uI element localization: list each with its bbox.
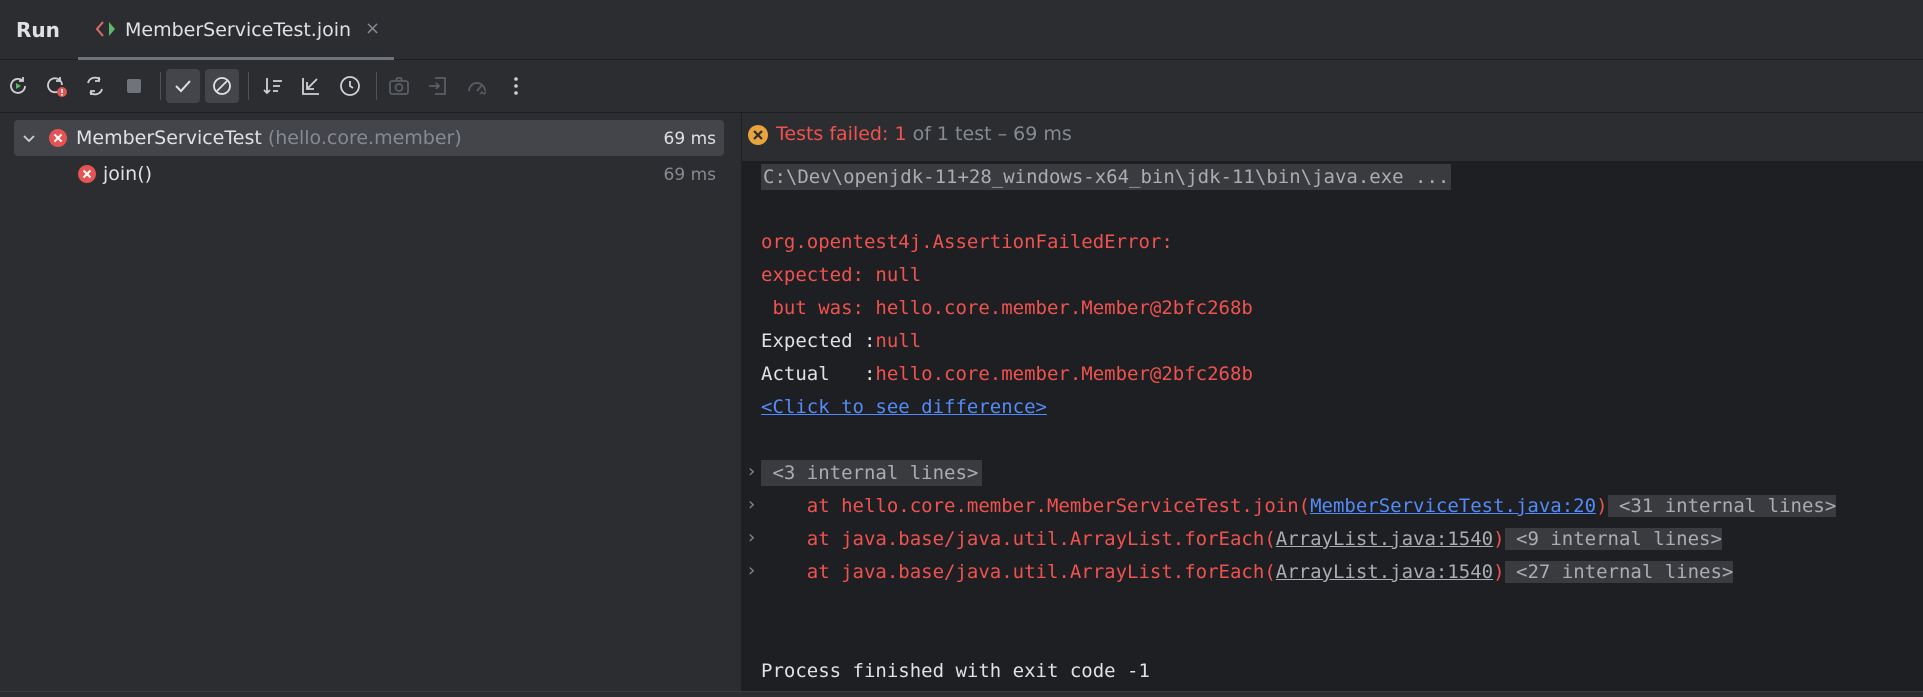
stack-frame-line: at java.base/java.util.ArrayList.forEach… xyxy=(761,528,1722,550)
internal-lines-fold[interactable]: <31 internal lines> xyxy=(1607,495,1837,517)
toolbar-separator xyxy=(248,72,249,100)
test-failed-icon xyxy=(78,165,96,183)
run-tool-window-title: Run xyxy=(16,18,60,42)
bottom-edge xyxy=(0,691,1923,697)
more-icon[interactable] xyxy=(499,69,533,103)
tree-item-label: MemberServiceTest (hello.core.member) xyxy=(76,127,462,149)
collapse-icon[interactable] xyxy=(294,69,328,103)
console-output[interactable]: Tests failed: 1 of 1 test – 69 ms C:\Dev… xyxy=(742,113,1923,696)
coverage-icon[interactable] xyxy=(460,69,494,103)
toggle-auto-test-icon[interactable] xyxy=(78,69,112,103)
tree-item-label: join() xyxy=(103,163,153,185)
stack-frame-line: at java.base/java.util.ArrayList.forEach… xyxy=(761,561,1734,583)
screenshot-icon[interactable] xyxy=(382,69,416,103)
actual-summary-line: Actual :hello.core.member.Member@2bfc268… xyxy=(761,363,1253,385)
stop-icon[interactable] xyxy=(117,69,151,103)
rerun-failed-icon[interactable] xyxy=(39,69,73,103)
test-failed-icon xyxy=(49,129,67,147)
rerun-icon[interactable] xyxy=(1,69,35,103)
chevron-down-icon[interactable] xyxy=(20,129,38,147)
exit-code-line: Process finished with exit code -1 xyxy=(761,660,1150,682)
expected-line: expected: null xyxy=(761,264,922,286)
show-passed-icon[interactable] xyxy=(166,69,200,103)
source-link[interactable]: ArrayList.java:1540 xyxy=(1276,528,1493,550)
internal-lines-fold[interactable]: <9 internal lines> xyxy=(1504,528,1722,550)
test-status-text: Tests failed: 1 of 1 test – 69 ms xyxy=(776,123,1072,145)
chevron-right-icon[interactable]: › xyxy=(748,494,755,515)
error-class-line: org.opentest4j.AssertionFailedError: xyxy=(761,231,1173,253)
tests-failed-icon xyxy=(748,125,768,145)
toolbar-separator xyxy=(160,72,161,100)
show-ignored-icon[interactable] xyxy=(205,69,239,103)
tool-window-tabbar: Run MemberServiceTest.join × xyxy=(0,0,1923,60)
tree-item-join[interactable]: join() 69 ms xyxy=(14,156,724,192)
close-tab-icon[interactable]: × xyxy=(365,19,380,39)
tab-title: MemberServiceTest.join xyxy=(125,19,352,41)
see-difference-link[interactable]: <Click to see difference> xyxy=(761,394,1047,420)
package-name: (hello.core.member) xyxy=(267,127,462,149)
failed-count: 1 xyxy=(894,123,907,145)
history-icon[interactable] xyxy=(333,69,367,103)
tab-member-service-test-join[interactable]: MemberServiceTest.join × xyxy=(78,0,394,60)
command-line[interactable]: C:\Dev\openjdk-11+28_windows-x64_bin\jdk… xyxy=(761,164,1452,190)
chevron-right-icon[interactable]: › xyxy=(748,461,755,482)
test-duration: 69 ms xyxy=(663,129,716,149)
chevron-right-icon[interactable]: › xyxy=(748,560,755,581)
but-was-line: but was: hello.core.member.Member@2bfc26… xyxy=(761,297,1253,319)
chevron-right-icon[interactable]: › xyxy=(748,527,755,548)
junit-run-config-icon xyxy=(95,21,115,37)
stack-frame-line: at hello.core.member.MemberServiceTest.j… xyxy=(761,495,1837,517)
internal-lines-fold[interactable]: <27 internal lines> xyxy=(1504,561,1734,583)
test-status-bar: Tests failed: 1 of 1 test – 69 ms xyxy=(742,113,1923,161)
test-results-tree: MemberServiceTest (hello.core.member) 69… xyxy=(0,113,742,696)
sort-icon[interactable] xyxy=(256,69,290,103)
source-link[interactable]: ArrayList.java:1540 xyxy=(1276,561,1493,583)
expected-summary-line: Expected :null xyxy=(761,330,922,352)
tree-item-member-service-test[interactable]: MemberServiceTest (hello.core.member) 69… xyxy=(14,120,724,156)
internal-lines-fold[interactable]: <3 internal lines> xyxy=(761,460,983,486)
test-duration: 69 ms xyxy=(663,165,716,185)
source-link[interactable]: MemberServiceTest.java:20 xyxy=(1310,495,1596,517)
import-icon[interactable] xyxy=(421,69,455,103)
run-toolbar xyxy=(0,60,1923,113)
toolbar-separator xyxy=(376,72,377,100)
